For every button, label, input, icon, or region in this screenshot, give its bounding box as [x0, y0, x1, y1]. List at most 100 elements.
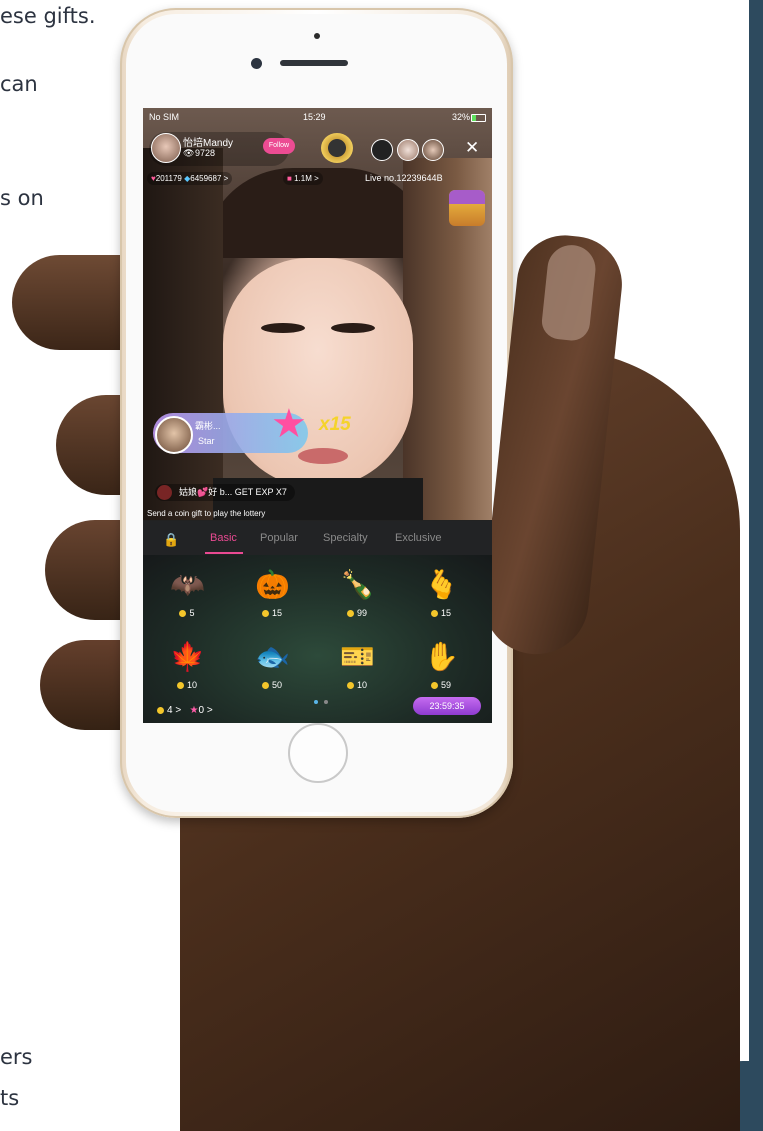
video-lips	[298, 448, 348, 464]
follow-button[interactable]: Follow	[263, 138, 295, 154]
battery-icon	[471, 114, 486, 122]
live-number: Live no.12239644B	[365, 173, 443, 183]
gifts-pill[interactable]: ■ 1.1M >	[283, 172, 323, 185]
champagne-icon: 🍾	[340, 569, 375, 600]
coin-icon	[261, 682, 269, 689]
gift-price-value: 10	[356, 680, 367, 690]
proximity-sensor	[314, 33, 320, 39]
gift-price: 10	[327, 680, 387, 690]
star-more: >	[206, 705, 213, 716]
gift-box-icon: ■	[287, 174, 292, 183]
gift-price: 15	[411, 608, 471, 618]
wallet-bar[interactable]: 4 > ★0 >	[157, 705, 213, 716]
gift-price: 59	[411, 680, 471, 690]
viewer-count: 9728	[195, 148, 216, 158]
diamonds-more: >	[223, 174, 229, 183]
app-screen: No SIM 15:29 32% 怡培Mandy 👁 9728 Follow ✕…	[143, 108, 492, 723]
gift-combo-count: x15	[319, 414, 351, 435]
video-eye-right	[331, 323, 375, 333]
close-icon[interactable]: ✕	[465, 138, 479, 158]
gift-item[interactable]: 🫰 15	[411, 568, 471, 628]
coin-icon	[430, 682, 438, 689]
tab-basic[interactable]: Basic	[210, 532, 237, 544]
side-text-2: can	[0, 72, 38, 96]
coin-icon	[176, 682, 184, 689]
active-tab-indicator	[205, 552, 243, 554]
viewer-avatar[interactable]	[422, 139, 444, 161]
viewers-eye-icon: 👁	[183, 148, 195, 158]
gift-item[interactable]: 🍁 10	[157, 640, 217, 700]
tab-exclusive[interactable]: Exclusive	[395, 532, 441, 544]
gift-sender-name: 霸彬...	[195, 421, 221, 431]
zombie-hand-icon: ✋	[424, 641, 459, 672]
side-text-4: ers	[0, 1045, 33, 1069]
page-dot-active	[314, 700, 318, 704]
background-panel	[749, 0, 763, 1131]
viewer-avatar[interactable]	[371, 139, 393, 161]
battery-label: 32%	[451, 112, 470, 122]
coin-icon	[346, 610, 354, 617]
page-indicator[interactable]	[311, 691, 331, 709]
gift-item[interactable]: 🍾 99	[327, 568, 387, 628]
gift-item[interactable]: 🐟 50	[242, 640, 302, 700]
bag-icon[interactable]: 🔒	[163, 532, 179, 548]
side-text-5: ts	[0, 1086, 20, 1110]
gift-item[interactable]: 🎃 15	[242, 568, 302, 628]
gift-price-value: 15	[271, 608, 282, 618]
gift-item[interactable]: 🎫 10	[327, 640, 387, 700]
gifts-more: >	[314, 174, 319, 183]
coin-more: >	[175, 705, 182, 716]
coin-icon	[179, 610, 187, 617]
ticket-icon: 🎫	[340, 641, 375, 672]
earpiece-speaker	[280, 60, 348, 66]
star-small-icon: ★	[189, 705, 199, 716]
coin-icon	[157, 707, 164, 714]
status-bar: No SIM 15:29 32%	[143, 110, 492, 126]
fish-icon: 🐟	[255, 641, 290, 672]
gift-price-value: 15	[440, 608, 451, 618]
thumb-nail	[540, 242, 598, 343]
gift-price-value: 5	[189, 608, 195, 618]
gift-item[interactable]: 🦇 5	[157, 568, 217, 628]
viewer-avatar[interactable]	[397, 139, 419, 161]
tab-specialty[interactable]: Specialty	[323, 532, 368, 544]
bat-icon: 🦇	[170, 569, 205, 600]
star-icon: ★	[271, 402, 307, 446]
carrier-label: No SIM	[149, 112, 180, 122]
stats-pill[interactable]: ♥201179 ◆6459687 >	[147, 172, 233, 185]
gift-name: Star	[198, 436, 215, 446]
battery-fill	[472, 115, 477, 121]
clock: 15:29	[303, 112, 326, 122]
gift-item[interactable]: ✋ 59	[411, 640, 471, 700]
gifts-count: 1.1M	[294, 174, 312, 183]
gift-price-value: 99	[356, 608, 367, 618]
lottery-hint: Send a coin gift to play the lottery	[147, 509, 266, 518]
coin-balance: 4	[167, 705, 173, 716]
gift-price-value: 50	[271, 680, 282, 690]
video-eye-left	[261, 323, 305, 333]
gift-price: 50	[242, 680, 302, 690]
maple-leaf-icon: 🍁	[170, 641, 205, 672]
tab-popular[interactable]: Popular	[260, 532, 298, 544]
coin-icon	[261, 610, 269, 617]
gift-price: 5	[157, 608, 217, 618]
streamer-name: 怡培Mandy	[183, 138, 234, 149]
chat-message: 姑娘💕好 b... GET EXP X7	[155, 484, 295, 501]
video-hair-left	[143, 148, 223, 520]
crown-badge-icon[interactable]	[321, 133, 353, 163]
finger-heart-icon: 🫰	[424, 569, 459, 600]
side-text-3: s on	[0, 186, 44, 210]
countdown-timer[interactable]: 23:59:35	[413, 697, 481, 715]
diamonds-count: 6459687	[190, 174, 222, 183]
live-video	[143, 108, 492, 520]
page-dot	[324, 700, 328, 704]
gift-sender-avatar	[155, 416, 193, 454]
likes-count: 201179	[155, 174, 182, 183]
side-text-1: ese gifts.	[0, 4, 96, 28]
home-button[interactable]	[288, 723, 348, 783]
treasure-chest-lid	[449, 190, 485, 204]
streamer-avatar[interactable]	[151, 133, 181, 163]
gift-price-value: 59	[440, 680, 451, 690]
gift-price: 99	[327, 608, 387, 618]
coin-icon	[346, 682, 354, 689]
